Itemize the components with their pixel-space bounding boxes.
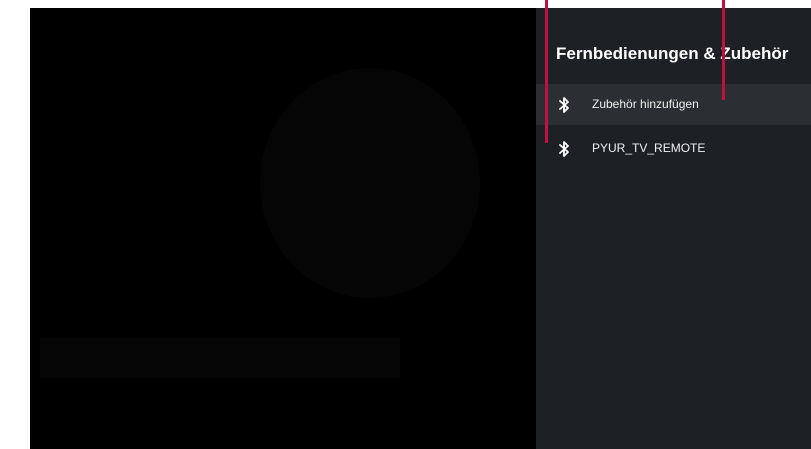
panel-title: Fernbedienungen & Zubehör [556, 44, 789, 63]
background-shape [260, 68, 480, 298]
bluetooth-icon [559, 97, 569, 113]
menu-item-label: PYUR_TV_REMOTE [592, 141, 706, 155]
background-shape [40, 338, 400, 378]
callout-line [545, 0, 548, 143]
menu-item-pyur-tv-remote[interactable]: PYUR_TV_REMOTE [536, 128, 811, 169]
settings-side-panel: Fernbedienungen & Zubehör Zubehör hinzuf… [536, 8, 811, 449]
callout-line [722, 0, 725, 100]
menu-item-label: Zubehör hinzufügen [592, 97, 699, 111]
tv-screen: Fernbedienungen & Zubehör Zubehör hinzuf… [30, 8, 811, 449]
bluetooth-icon [559, 141, 569, 157]
menu-item-add-accessory[interactable]: Zubehör hinzufügen [536, 84, 811, 125]
